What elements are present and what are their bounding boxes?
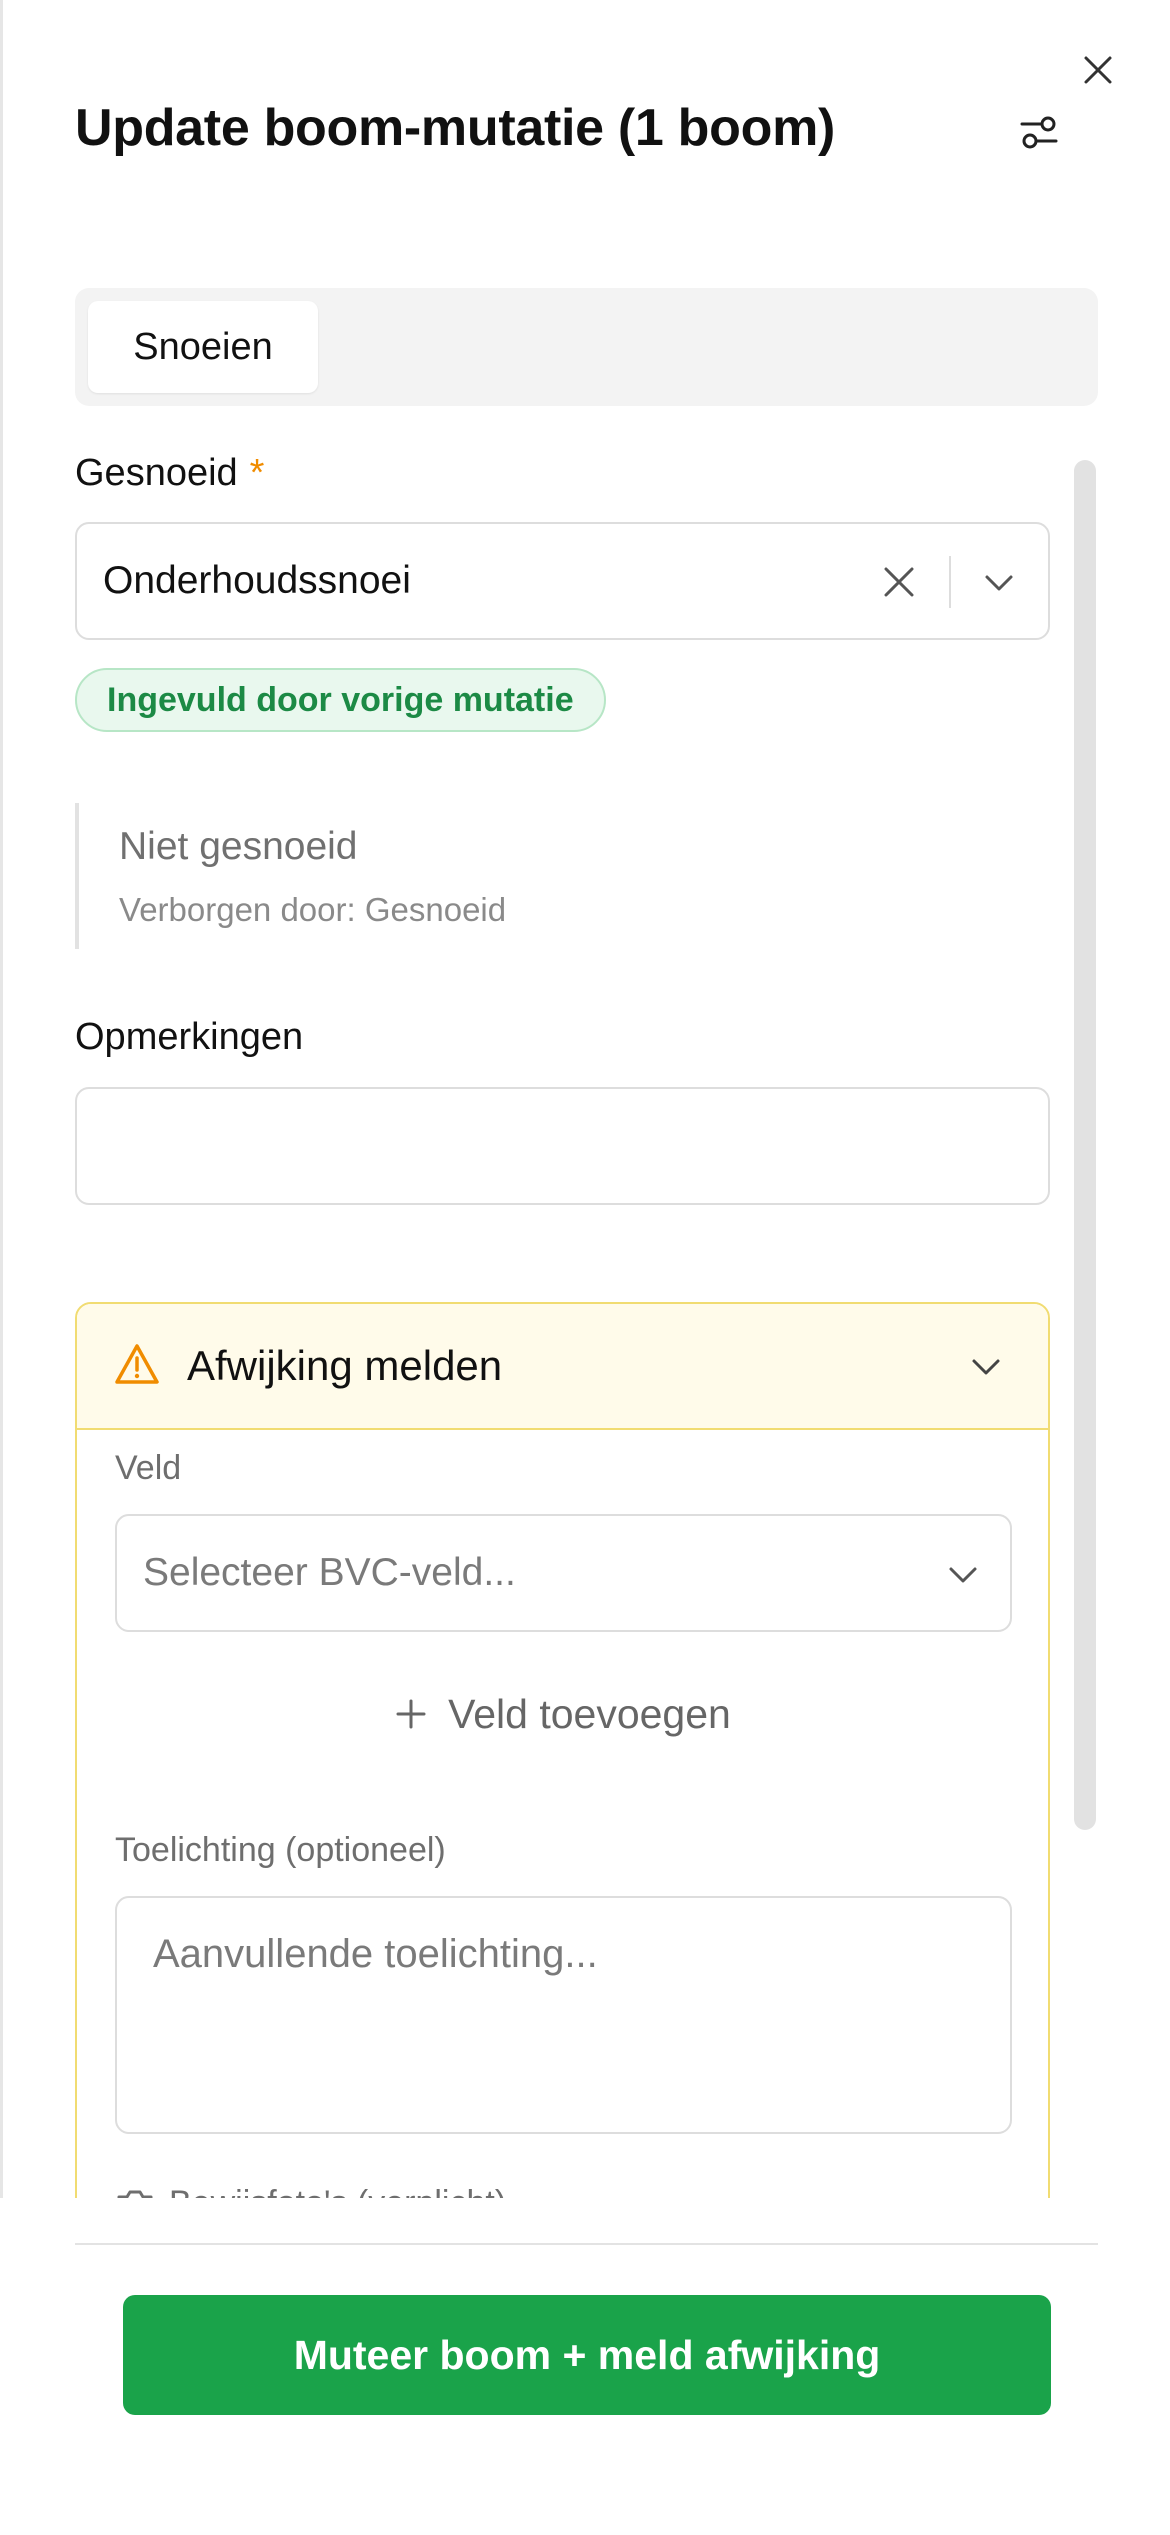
hidden-field-notice: Niet gesnoeid Verborgen door: Gesnoeid — [75, 803, 679, 949]
opmerkingen-input[interactable] — [75, 1087, 1050, 1205]
explanation-textarea[interactable]: Aanvullende toelichting... — [115, 1896, 1012, 2134]
hidden-field-note: Verborgen door: Gesnoeid — [119, 891, 507, 928]
chevron-down-icon[interactable] — [983, 568, 1015, 598]
plus-icon — [396, 1699, 426, 1729]
close-button[interactable] — [1078, 50, 1118, 90]
footer-divider — [75, 2243, 1098, 2245]
add-field-label: Veld toevoegen — [448, 1690, 731, 1737]
clear-icon[interactable] — [882, 565, 916, 599]
deviation-header[interactable]: Afwijking melden — [77, 1304, 1048, 1430]
deviation-title: Afwijking melden — [187, 1342, 503, 1389]
scrollbar[interactable] — [1074, 460, 1096, 1830]
opmerkingen-label: Opmerkingen — [75, 1016, 304, 1058]
submit-button[interactable]: Muteer boom + meld afwijking — [123, 2295, 1051, 2415]
field-label: Veld — [115, 1449, 182, 1487]
explanation-label: Toelichting (optioneel) — [115, 1831, 446, 1869]
sliders-icon — [1020, 116, 1058, 149]
page-title: Update boom-mutatie (1 boom) — [75, 99, 836, 157]
gesnoeid-value: Onderhoudssnoei — [103, 559, 411, 602]
close-icon — [1084, 56, 1112, 84]
required-mark: * — [249, 452, 265, 494]
bvc-field-placeholder: Selecteer BVC-veld... — [143, 1551, 516, 1594]
prefilled-badge: Ingevuld door vorige mutatie — [75, 668, 606, 732]
explanation-placeholder: Aanvullende toelichting... — [153, 1932, 598, 1976]
select-separator — [949, 556, 951, 608]
gesnoeid-select[interactable]: Onderhoudssnoei — [75, 522, 1050, 640]
bvc-field-select[interactable]: Selecteer BVC-veld... — [115, 1514, 1012, 1632]
filter-button[interactable] — [1015, 108, 1063, 156]
warning-icon — [115, 1344, 159, 1384]
tab-bar: Snoeien — [75, 288, 1098, 406]
chevron-down-icon — [949, 1567, 977, 1583]
tab-snoeien[interactable]: Snoeien — [88, 301, 318, 393]
gesnoeid-label: Gesnoeid * — [75, 452, 265, 494]
panel-edge — [0, 0, 3, 2535]
chevron-down-icon[interactable] — [970, 1352, 1002, 1382]
deviation-section: Afwijking melden Veld Selecteer BVC-veld… — [75, 1302, 1050, 2252]
hidden-field-title: Niet gesnoeid — [119, 825, 358, 868]
add-field-button[interactable]: Veld toevoegen — [77, 1674, 1048, 1754]
